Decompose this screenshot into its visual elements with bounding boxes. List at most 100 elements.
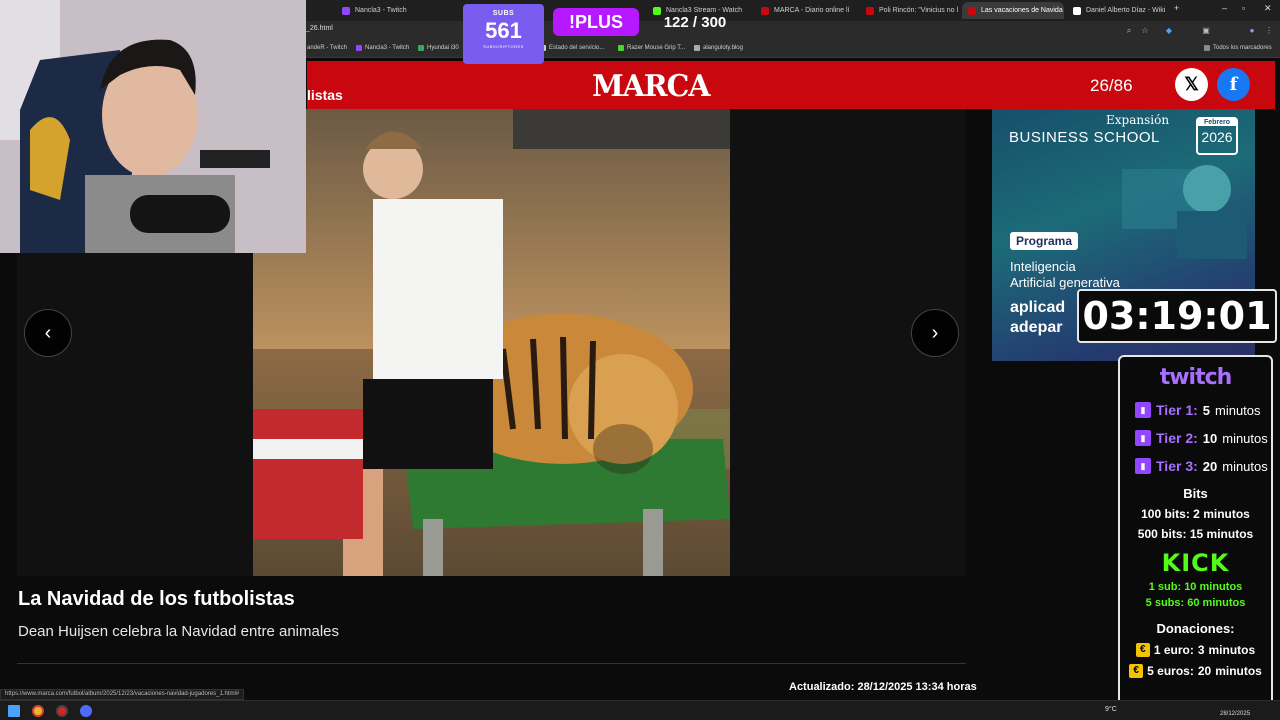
bookmark-item[interactable]: Estado del servicio... bbox=[540, 45, 604, 51]
bookmark-item[interactable]: Nancla3 - Twitch bbox=[356, 45, 409, 51]
ad-person-image bbox=[1122, 165, 1247, 259]
marca-favicon-icon bbox=[866, 6, 874, 15]
sub-goal: 122 / 300 bbox=[663, 14, 727, 31]
ad-school: BUSINESS SCHOOL bbox=[1009, 129, 1160, 146]
weather-temp[interactable]: 9°C bbox=[1105, 706, 1117, 713]
bookmark-item[interactable]: Hyundai i30 bbox=[418, 45, 459, 51]
subs-label: SUBS bbox=[492, 10, 515, 17]
share-x-button[interactable]: 𝕏 bbox=[1175, 68, 1208, 101]
tab-label: Poli Rincón: "Vinicius no l bbox=[879, 7, 959, 14]
kick-row: 1 sub: 10 minutos bbox=[1148, 581, 1243, 593]
tab-marca[interactable]: MARCA - Diario online lí bbox=[755, 2, 855, 19]
tab-label: Las vacaciones de Navida bbox=[981, 7, 1063, 14]
razer-favicon-icon bbox=[618, 45, 624, 51]
previous-photo-button[interactable]: ‹ bbox=[24, 309, 72, 357]
ad-line: aplicad bbox=[1010, 299, 1066, 316]
chevron-left-icon: ‹ bbox=[44, 321, 52, 344]
chevron-right-icon: › bbox=[931, 321, 939, 344]
marca-logo[interactable]: MARCA bbox=[592, 69, 710, 104]
gallery-title: La Navidad de los futbolistas bbox=[18, 588, 295, 610]
bookmark-item[interactable]: andeR - Twitch bbox=[307, 45, 347, 51]
bookmark-star-icon[interactable]: ☆ bbox=[1140, 26, 1150, 36]
tab-label: MARCA - Diario online lí bbox=[774, 7, 850, 14]
euro-icon: € bbox=[1129, 664, 1144, 678]
gallery-photo[interactable] bbox=[253, 109, 730, 576]
twitch-favicon-icon bbox=[342, 6, 350, 15]
subathon-timer: 03:19:01 bbox=[1077, 289, 1277, 343]
webcam-overlay bbox=[0, 0, 306, 253]
screen: Nancla3 - Twitch Nancla3 Stream - Watch … bbox=[0, 0, 1280, 720]
tab-twitch[interactable]: Nancla3 - Twitch bbox=[336, 2, 436, 19]
gallery-subtitle: Dean Huijsen celebra la Navidad entre an… bbox=[18, 623, 340, 640]
tab-wiki[interactable]: Daniel Alberto Díaz - Wiki bbox=[1067, 2, 1167, 19]
tab-label: Nancla3 - Twitch bbox=[355, 7, 407, 14]
facebook-icon: f bbox=[1229, 74, 1238, 95]
tier-row: ▮ Tier 3: 20 minutos bbox=[1120, 458, 1271, 474]
app-icon[interactable] bbox=[80, 705, 92, 717]
tiger-photo-image bbox=[253, 109, 730, 576]
bookmark-item[interactable]: Razer Mouse Grip T... bbox=[618, 45, 685, 51]
next-photo-button[interactable]: › bbox=[911, 309, 959, 357]
streamer-webcam-image bbox=[0, 0, 306, 253]
menu-kebab-icon[interactable]: ⋮ bbox=[1264, 26, 1274, 36]
tier-row: ▮ Tier 1: 5 minutos bbox=[1120, 402, 1271, 418]
bits-title: Bits bbox=[1183, 486, 1208, 501]
extension-icon[interactable]: ◆ bbox=[1164, 26, 1174, 36]
hyundai-favicon-icon bbox=[418, 45, 424, 51]
share-facebook-button[interactable]: f bbox=[1217, 68, 1250, 101]
maximize-icon[interactable]: ▫ bbox=[1242, 3, 1245, 13]
subs-counter: SUBS 561 SUBSCRIPTORES bbox=[463, 4, 544, 64]
tab-vacaciones[interactable]: Las vacaciones de Navida bbox=[962, 2, 1064, 19]
subs-foot: SUBSCRIPTORES bbox=[483, 44, 524, 49]
twitch-glyph-icon: ▮ bbox=[1135, 430, 1151, 446]
photo-counter: 26/86 bbox=[1090, 76, 1133, 95]
ad-brand: Expansión bbox=[1106, 113, 1170, 127]
status-bar-url: https://www.marca.com/futbol/album/2025/… bbox=[0, 689, 245, 700]
wiki-favicon-icon bbox=[1073, 6, 1081, 15]
divider bbox=[17, 663, 966, 664]
ad-pill: Programa bbox=[1010, 232, 1079, 250]
donation-row: € 5 euros: 20 minutos bbox=[1120, 664, 1271, 678]
subs-value: 561 bbox=[485, 18, 522, 43]
bits-row: 500 bits: 15 minutos bbox=[1137, 527, 1254, 541]
tier-row: ▮ Tier 2: 10 minutos bbox=[1120, 430, 1271, 446]
close-window-icon[interactable]: ✕ bbox=[1264, 3, 1272, 14]
donations-title: Donaciones: bbox=[1156, 621, 1235, 636]
euro-icon: € bbox=[1135, 643, 1150, 657]
twitch-logo: twitch bbox=[1159, 365, 1233, 390]
folder-icon bbox=[1204, 45, 1210, 51]
kick-row: 5 subs: 60 minutos bbox=[1145, 597, 1246, 609]
ad-line: Inteligencia bbox=[1010, 259, 1076, 274]
zoom-icon[interactable]: ⌕ bbox=[1124, 26, 1134, 36]
calendar-month: Febrero bbox=[1198, 119, 1236, 126]
blog-favicon-icon bbox=[694, 45, 700, 51]
all-bookmarks[interactable]: Todos los marcadores bbox=[1204, 45, 1272, 51]
new-tab-icon[interactable]: + bbox=[1174, 3, 1179, 13]
windows-taskbar: 9°C 28/12/2025 bbox=[0, 700, 1280, 720]
profile-avatar-icon[interactable]: ● bbox=[1247, 26, 1257, 36]
start-menu-icon[interactable] bbox=[8, 705, 20, 717]
chrome-icon[interactable] bbox=[32, 705, 44, 717]
calendar-year: 2026 bbox=[1201, 129, 1233, 145]
ad-line: adepar bbox=[1010, 319, 1063, 336]
marca-header: listas MARCA 26/86 𝕏 f bbox=[307, 61, 1275, 109]
tab-poli[interactable]: Poli Rincón: "Vinicius no l bbox=[860, 2, 960, 19]
minimize-icon[interactable]: – bbox=[1222, 3, 1227, 13]
bookmark-item[interactable]: alanguloty.blog bbox=[694, 45, 743, 51]
donation-row: € 1 euro: 3 minutos bbox=[1120, 643, 1271, 657]
twitch-glyph-icon: ▮ bbox=[1135, 458, 1151, 474]
updated-timestamp: Actualizado: 28/12/2025 13:34 horas bbox=[789, 681, 977, 693]
extensions-puzzle-icon[interactable]: ▣ bbox=[1201, 26, 1211, 36]
marca-favicon-icon bbox=[968, 6, 976, 15]
twitch-glyph-icon: ▮ bbox=[1135, 402, 1151, 418]
ad-line: Artificial generativa bbox=[1010, 275, 1120, 290]
marca-favicon-icon bbox=[761, 6, 769, 15]
obs-icon[interactable] bbox=[56, 705, 68, 717]
section-title: listas bbox=[307, 87, 343, 103]
tab-label: Daniel Alberto Díaz - Wiki bbox=[1086, 7, 1166, 14]
bits-row: 100 bits: 2 minutos bbox=[1141, 507, 1250, 521]
x-logo-icon: 𝕏 bbox=[1184, 74, 1199, 94]
system-date[interactable]: 28/12/2025 bbox=[1220, 711, 1250, 717]
address-bar[interactable]: _26.html bbox=[306, 25, 333, 32]
kick-logo: KICK bbox=[1161, 549, 1230, 577]
